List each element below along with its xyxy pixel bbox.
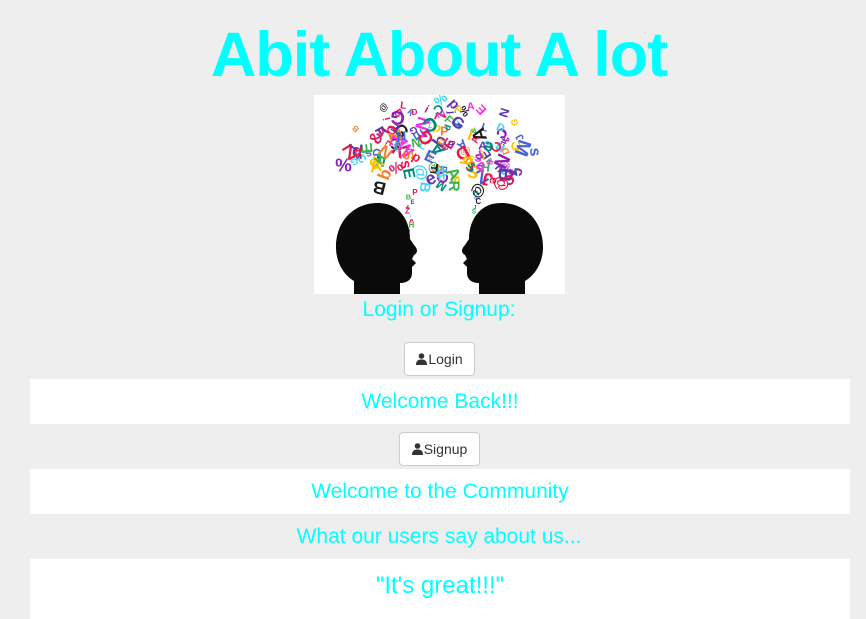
hero-image: Sc Eu Z G L H G? e De Ls u c & B E L A Nj i @ N &% d M% E A? M # S Z A… <box>314 95 565 294</box>
decorative-letter: e <box>487 177 501 185</box>
decorative-letter: # <box>353 145 362 162</box>
decorative-letter: S <box>472 209 477 216</box>
decorative-letter: A <box>466 100 475 113</box>
testimonials-heading: What our users say about us... <box>296 525 582 548</box>
talking-heads-icon: ScEuZGLHG? eDeLsuc&BELANji@N &%dM%EA ?M#SZA… <box>314 95 565 294</box>
decorative-letter: & <box>440 143 451 150</box>
user-icon <box>416 353 428 365</box>
testimonial-quote: "It's great!!!" <box>30 559 850 619</box>
signup-button[interactable]: Signup <box>399 432 480 466</box>
login-signup-prompt: Login or Signup: <box>362 298 516 321</box>
decorative-letter: P <box>412 188 418 197</box>
signup-button-label: Signup <box>423 441 468 457</box>
decorative-letter: s <box>526 147 544 157</box>
decorative-letter: G <box>509 119 519 127</box>
login-button-label: Login <box>428 351 463 367</box>
welcome-back-panel: Welcome Back!!! <box>30 379 850 424</box>
page-title: Abit About A lot <box>210 20 668 90</box>
decorative-letter: E <box>411 200 415 206</box>
welcome-community-panel: Welcome to the Community <box>30 469 850 514</box>
user-icon <box>411 443 423 455</box>
decorative-letter: G <box>389 106 406 129</box>
login-button[interactable]: Login <box>404 342 475 376</box>
